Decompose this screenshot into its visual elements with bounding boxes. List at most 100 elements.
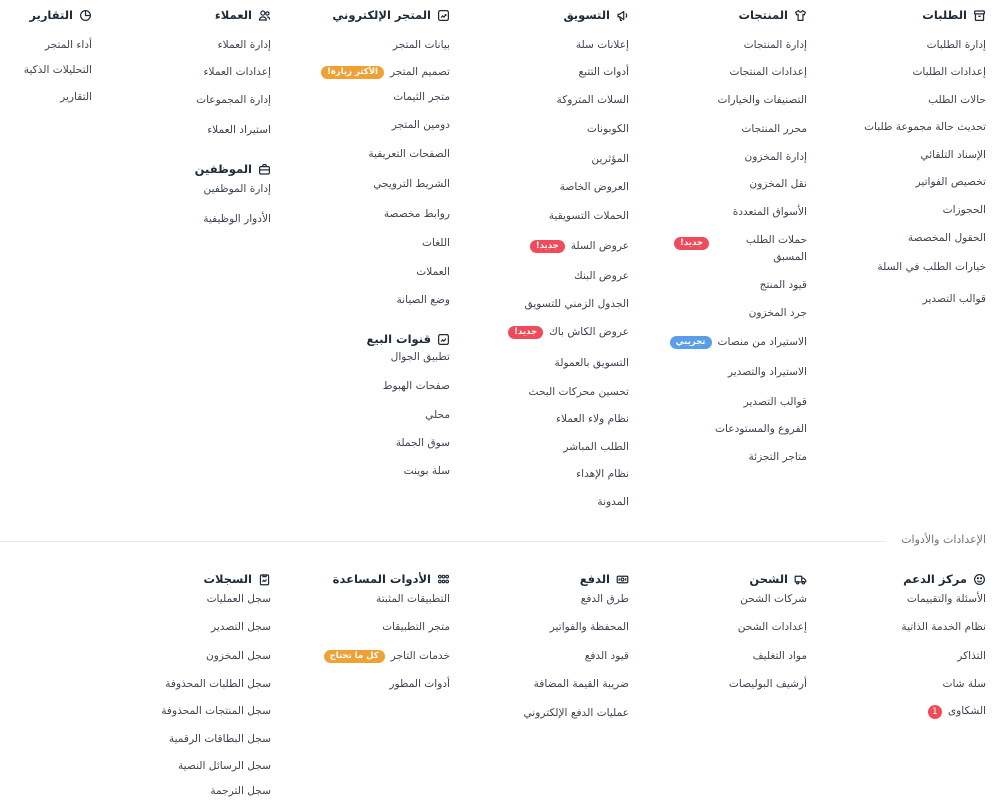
- orders-item[interactable]: تخصيص الفواتير: [916, 175, 986, 189]
- store-item[interactable]: الصفحات التعريفية: [368, 147, 450, 161]
- support-item-label: الشكاوى: [947, 705, 986, 717]
- marketing-item[interactable]: العروض الخاصة: [560, 180, 629, 194]
- orders-item[interactable]: الإسناد التلقائي: [920, 148, 986, 162]
- logs-item[interactable]: سجل المنتجات المحذوفة: [161, 704, 271, 718]
- shipping-item[interactable]: إعدادات الشحن: [738, 620, 807, 634]
- orders-item[interactable]: قوالب التصدير: [923, 292, 986, 306]
- shipping-item[interactable]: شركات الشحن: [740, 592, 807, 606]
- marketing-item[interactable]: الحملات التسويقية: [549, 209, 629, 223]
- logs-item[interactable]: سجل العمليات: [207, 592, 271, 606]
- logs-item[interactable]: سجل البطاقات الرقمية: [169, 732, 271, 746]
- logs-item[interactable]: سجل التصدير: [211, 620, 271, 634]
- support-item[interactable]: التذاكر: [957, 649, 986, 663]
- marketing-item-label: الحملات التسويقية: [548, 210, 629, 222]
- orders-item[interactable]: إعدادات الطلبات: [912, 65, 986, 79]
- channels-item-label: سلة بوينت: [403, 465, 450, 477]
- store-item[interactable]: روابط مخصصة: [384, 207, 450, 221]
- orders-item[interactable]: خيارات الطلب في السلة: [877, 260, 986, 274]
- products-item[interactable]: محرر المنتجات: [741, 122, 807, 136]
- customers-item[interactable]: إعدادات العملاء: [204, 65, 271, 79]
- products-item[interactable]: الفروع والمستودعات: [715, 422, 807, 436]
- store-item[interactable]: متجر الثيمات: [393, 90, 450, 104]
- marketing-item[interactable]: التسويق بالعمولة: [555, 356, 629, 370]
- marketing-item-label: عروض البنك: [574, 270, 629, 282]
- store-item[interactable]: تصميم المتجر الأكثر زيارة!: [320, 65, 450, 79]
- marketing-item[interactable]: تحسين محركات البحث: [529, 385, 629, 399]
- support-item[interactable]: سلة شات: [942, 677, 986, 691]
- channels-item[interactable]: محلي: [425, 408, 450, 422]
- customers-item[interactable]: إدارة العملاء: [218, 38, 271, 52]
- orders-item[interactable]: حالات الطلب: [928, 93, 986, 107]
- channels-item[interactable]: سوق الجملة: [396, 436, 450, 450]
- store-item[interactable]: وضع الصيانة: [396, 293, 450, 307]
- payment-item[interactable]: المحفظة والفواتير: [550, 620, 629, 634]
- tools-item[interactable]: أدوات المطور: [389, 677, 450, 691]
- products-item[interactable]: جرد المخزون: [749, 306, 807, 320]
- products-item[interactable]: الاستيراد من منصات تجريبي: [669, 335, 807, 349]
- orders-item[interactable]: الحجوزات: [943, 203, 986, 217]
- customers-item[interactable]: إدارة المجموعات: [196, 93, 271, 107]
- store-item[interactable]: بيانات المتجر: [393, 38, 450, 52]
- marketing-item[interactable]: الجدول الزمني للتسويق: [525, 297, 629, 311]
- channels-item-label: تطبيق الجوال: [390, 351, 450, 363]
- products-item[interactable]: التصنيفات والخيارات: [718, 93, 807, 107]
- products-item[interactable]: إدارة المخزون: [744, 150, 807, 164]
- marketing-item[interactable]: عروض الكاش باك جديد!: [508, 325, 629, 339]
- marketing-item[interactable]: عروض السلة جديد!: [529, 239, 629, 253]
- marketing-item[interactable]: المؤثرين: [591, 152, 629, 166]
- reports-item[interactable]: التحليلات الذكية: [24, 63, 92, 77]
- orders-item-label: تخصيص الفواتير: [915, 176, 986, 188]
- products-item-badge: تجريبي: [669, 336, 712, 349]
- marketing-item[interactable]: السلات المتروكة: [557, 93, 629, 107]
- store-item[interactable]: دومين المتجر: [392, 118, 450, 132]
- store-item[interactable]: اللغات: [422, 236, 450, 250]
- reports-item[interactable]: التقارير: [60, 90, 92, 104]
- orders-item[interactable]: الحقول المخصصة: [908, 231, 986, 245]
- marketing-item[interactable]: المدونة: [597, 495, 629, 509]
- payment-item[interactable]: قيود الدفع: [585, 649, 629, 663]
- products-item[interactable]: الأسواق المتعددة: [733, 205, 807, 219]
- reports-item[interactable]: أداء المتجر: [45, 38, 92, 52]
- support-item[interactable]: الشكاوى 1: [927, 704, 986, 719]
- tools-item[interactable]: خدمات التاجر كل ما تحتاج: [323, 649, 450, 663]
- products-item[interactable]: الاستيراد والتصدير: [728, 365, 807, 379]
- customers-item[interactable]: استيراد العملاء: [207, 123, 271, 137]
- support-item[interactable]: نظام الخدمة الذاتية: [901, 620, 986, 634]
- marketing-item[interactable]: عروض البنك: [574, 269, 629, 283]
- payment-item[interactable]: عمليات الدفع الإلكتروني: [523, 706, 629, 720]
- marketing-item[interactable]: الطلب المباشر: [563, 440, 629, 454]
- products-item[interactable]: قوالب التصدير: [744, 395, 807, 409]
- shipping-item[interactable]: مواد التغليف: [753, 649, 807, 663]
- tools-item[interactable]: التطبيقات المثبتة: [376, 592, 450, 606]
- orders-item[interactable]: تحديث حالة مجموعة طلبات: [864, 120, 986, 134]
- employees-item[interactable]: الأدوار الوظيفية: [203, 212, 271, 226]
- channels-item[interactable]: تطبيق الجوال: [391, 350, 450, 364]
- employees-item[interactable]: إدارة الموظفين: [204, 182, 271, 196]
- logs-item[interactable]: سجل الرسائل النصية: [178, 759, 271, 773]
- payment-item[interactable]: طرق الدفع: [581, 592, 629, 606]
- reports-item-label: أداء المتجر: [44, 39, 92, 51]
- support-item[interactable]: الأسئلة والتقييمات: [907, 592, 986, 606]
- products-item[interactable]: نقل المخزون: [749, 177, 807, 191]
- store-item[interactable]: العملات: [416, 265, 450, 279]
- channels-item[interactable]: صفحات الهبوط: [383, 379, 450, 393]
- marketing-item[interactable]: نظام ولاء العملاء: [556, 412, 629, 426]
- logs-item[interactable]: سجل الطلبات المحذوفة: [165, 677, 271, 691]
- products-item[interactable]: متاجر التجزئة: [748, 450, 807, 464]
- marketing-item[interactable]: نظام الإهداء: [576, 467, 629, 481]
- store-item[interactable]: الشريط الترويجي: [373, 177, 450, 191]
- marketing-item[interactable]: إعلانات سلة: [576, 38, 629, 52]
- orders-item[interactable]: إدارة الطلبات: [927, 38, 986, 52]
- products-item[interactable]: إدارة المنتجات: [744, 38, 807, 52]
- payment-item[interactable]: ضريبة القيمة المضافة: [534, 677, 629, 691]
- logs-item[interactable]: سجل الترجمة: [210, 784, 271, 798]
- products-item[interactable]: قيود المنتج: [760, 278, 807, 292]
- products-item[interactable]: إعدادات المنتجات: [730, 65, 808, 79]
- logs-item[interactable]: سجل المخزون: [206, 649, 271, 663]
- products-item[interactable]: حملات الطلب المسبق جديد!: [673, 232, 807, 266]
- marketing-item[interactable]: الكوبونات: [587, 122, 629, 136]
- channels-item[interactable]: سلة بوينت: [404, 464, 450, 478]
- shipping-item[interactable]: أرشيف البوليصات: [729, 677, 807, 691]
- marketing-item[interactable]: أدوات التتبع: [579, 65, 629, 79]
- tools-item[interactable]: متجر التطبيقات: [382, 620, 450, 634]
